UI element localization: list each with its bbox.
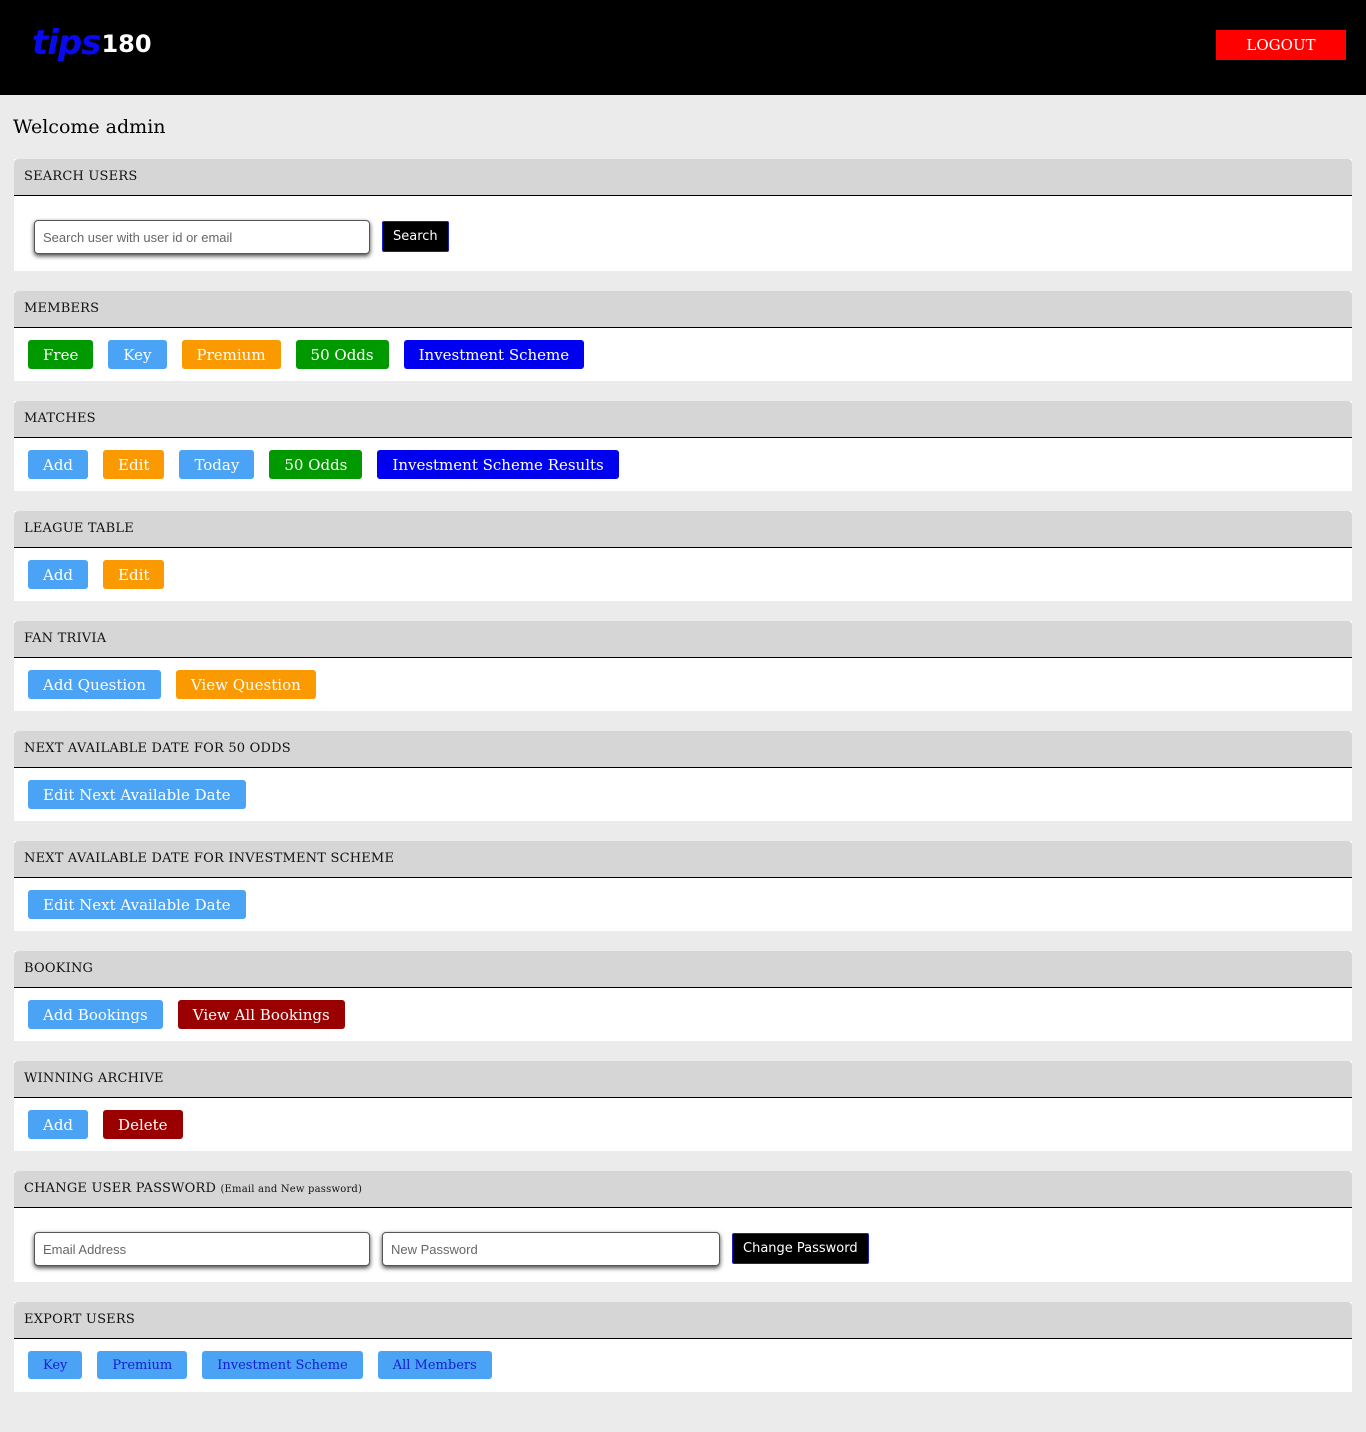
next-date-investment-panel: NEXT AVAILABLE DATE FOR INVESTMENT SCHEM…: [14, 841, 1352, 931]
archive-add-button[interactable]: Add: [28, 1110, 89, 1139]
top-bar: tips 180 LOGOUT: [0, 0, 1366, 95]
matches-investment-results-button[interactable]: Investment Scheme Results: [377, 450, 619, 479]
change-password-button[interactable]: Change Password: [732, 1233, 869, 1264]
fan-trivia-panel: FAN TRIVIA Add Question View Question: [14, 621, 1352, 711]
logo-text: tips: [32, 23, 101, 63]
members-premium-button[interactable]: Premium: [181, 340, 281, 369]
panel-title: FAN TRIVIA: [14, 621, 1352, 658]
panel-title-text: CHANGE USER PASSWORD: [24, 1181, 217, 1196]
panel-title: NEXT AVAILABLE DATE FOR INVESTMENT SCHEM…: [14, 841, 1352, 878]
matches-50-odds-button[interactable]: 50 Odds: [269, 450, 363, 479]
matches-edit-button[interactable]: Edit: [103, 450, 165, 479]
panel-title: WINNING ARCHIVE: [14, 1061, 1352, 1098]
members-free-button[interactable]: Free: [28, 340, 94, 369]
site-logo[interactable]: tips 180: [32, 24, 152, 62]
trivia-add-question-button[interactable]: Add Question: [28, 670, 161, 699]
export-premium-button[interactable]: Premium: [97, 1351, 188, 1379]
panel-title: SEARCH USERS: [14, 159, 1352, 196]
panel-title: MATCHES: [14, 401, 1352, 438]
trivia-view-question-button[interactable]: View Question: [175, 670, 316, 699]
booking-panel: BOOKING Add Bookings View All Bookings: [14, 951, 1352, 1041]
members-investment-scheme-button[interactable]: Investment Scheme: [403, 340, 585, 369]
search-button[interactable]: Search: [382, 221, 449, 252]
export-users-panel: EXPORT USERS Key Premium Investment Sche…: [14, 1302, 1352, 1392]
logout-button[interactable]: LOGOUT: [1216, 30, 1346, 60]
welcome-message: Welcome admin: [13, 116, 166, 138]
export-key-button[interactable]: Key: [28, 1351, 83, 1379]
members-50-odds-button[interactable]: 50 Odds: [295, 340, 389, 369]
search-user-input[interactable]: [34, 220, 370, 254]
logo-number: 180: [101, 30, 152, 58]
archive-delete-button[interactable]: Delete: [103, 1110, 183, 1139]
panel-title: EXPORT USERS: [14, 1302, 1352, 1339]
league-add-button[interactable]: Add: [28, 560, 89, 589]
winning-archive-panel: WINNING ARCHIVE Add Delete: [14, 1061, 1352, 1151]
members-key-button[interactable]: Key: [108, 340, 167, 369]
panel-subtitle: (Email and New password): [220, 1184, 363, 1195]
export-investment-scheme-button[interactable]: Investment Scheme: [202, 1351, 363, 1379]
panel-title: NEXT AVAILABLE DATE FOR 50 ODDS: [14, 731, 1352, 768]
search-users-panel: SEARCH USERS Search: [14, 159, 1352, 271]
panel-title: LEAGUE TABLE: [14, 511, 1352, 548]
matches-today-button[interactable]: Today: [179, 450, 255, 479]
change-password-panel: CHANGE USER PASSWORD (Email and New pass…: [14, 1171, 1352, 1282]
panel-title: MEMBERS: [14, 291, 1352, 328]
add-bookings-button[interactable]: Add Bookings: [28, 1000, 163, 1029]
league-edit-button[interactable]: Edit: [103, 560, 165, 589]
members-panel: MEMBERS Free Key Premium 50 Odds Investm…: [14, 291, 1352, 381]
matches-panel: MATCHES Add Edit Today 50 Odds Investmen…: [14, 401, 1352, 491]
next-date-50-odds-panel: NEXT AVAILABLE DATE FOR 50 ODDS Edit Nex…: [14, 731, 1352, 821]
matches-add-button[interactable]: Add: [28, 450, 89, 479]
new-password-field[interactable]: [382, 1232, 720, 1266]
panel-title: CHANGE USER PASSWORD (Email and New pass…: [14, 1171, 1352, 1208]
export-all-members-button[interactable]: All Members: [377, 1351, 492, 1379]
edit-next-date-investment-button[interactable]: Edit Next Available Date: [28, 890, 246, 919]
email-field[interactable]: [34, 1232, 370, 1266]
view-all-bookings-button[interactable]: View All Bookings: [177, 1000, 345, 1029]
panel-title: BOOKING: [14, 951, 1352, 988]
edit-next-date-50-odds-button[interactable]: Edit Next Available Date: [28, 780, 246, 809]
league-table-panel: LEAGUE TABLE Add Edit: [14, 511, 1352, 601]
